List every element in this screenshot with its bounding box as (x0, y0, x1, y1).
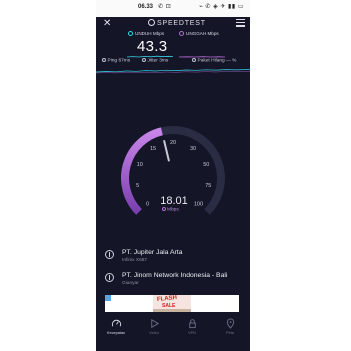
gauge-tick-label: 15 (150, 146, 156, 152)
ping-icon (102, 58, 106, 62)
ad-image[interactable]: FLASH SALE (153, 295, 191, 312)
speedtest-logo-icon (148, 19, 155, 26)
nav-label: Kecepatan (106, 331, 126, 335)
jitter-icon (142, 58, 146, 62)
download-header: UNDUH Mbps (128, 31, 164, 36)
server-icon (105, 250, 114, 259)
gauge-unit-label: Mbps (167, 207, 179, 213)
upload-label: UNGGAH Mbps (186, 31, 219, 36)
upload-header: UNGGAH Mbps (179, 31, 219, 36)
status-right-icons: ⌁ ✆ ◈ ✈ ▮▮ ▭ (199, 4, 244, 10)
server-title: PT. Jinom Network Indonesia - Bali (122, 272, 228, 279)
menu-icon[interactable] (236, 19, 245, 29)
gauge-tick-label: 75 (205, 183, 211, 189)
server-icon (105, 273, 114, 282)
ad-text-1: FLASH (156, 295, 178, 304)
bottom-navigation: Kecepatan Video VPN Peta (96, 314, 250, 351)
location-pin-icon (226, 318, 234, 329)
status-left-icons: ✆ ⊡ (158, 4, 172, 10)
app-title-text: SPEEDTEST (157, 20, 206, 27)
upload-unit-icon (162, 207, 166, 211)
app-title: SPEEDTEST (148, 19, 206, 27)
ad-banner[interactable]: FLASH SALE (105, 295, 239, 312)
download-label: UNDUH Mbps (135, 31, 165, 36)
ad-choices-icon[interactable] (105, 295, 111, 301)
nav-label: VPN (188, 331, 196, 335)
nav-item-vpn[interactable]: VPN (177, 318, 207, 335)
close-icon[interactable]: ✕ (103, 18, 111, 29)
gauge-tick-label: 0 (146, 201, 149, 207)
gauge-fill (121, 127, 163, 215)
packet-loss-icon (192, 58, 196, 62)
nav-item-speed[interactable]: Kecepatan (101, 318, 131, 335)
gauge-tick-label: 30 (190, 146, 196, 152)
nav-label: Video (149, 331, 159, 335)
speedometer-icon (111, 319, 121, 327)
download-value: 43.3 (137, 38, 168, 55)
gauge-unit: Mbps (162, 207, 179, 213)
status-bar: 06.33 ✆ ⊡ ⌁ ✆ ◈ ✈ ▮▮ ▭ (96, 0, 250, 17)
gauge-tick-label: 10 (137, 162, 143, 168)
server-subtitle: Infinix X687 (122, 258, 148, 263)
gauge-tick-label: 100 (194, 201, 203, 207)
nav-item-video[interactable]: Video (139, 318, 169, 335)
gauge-tick-label: 5 (136, 183, 139, 189)
live-speed-graph (96, 69, 250, 74)
upload-icon (179, 31, 184, 36)
ad-footer (153, 309, 191, 312)
phone-screen: 06.33 ✆ ⊡ ⌁ ✆ ◈ ✈ ▮▮ ▭ ✕ SPEEDTEST UNDUH… (96, 0, 250, 351)
status-time: 06.33 (138, 4, 154, 10)
gauge-speed-value: 18.01 (160, 195, 188, 207)
top-bar: ✕ SPEEDTEST (96, 17, 250, 31)
gauge-tick-label: 50 (203, 162, 209, 168)
server-title: PT. Jupiter Jala Arta (122, 249, 183, 256)
play-icon (150, 319, 159, 328)
gauge-needle (163, 140, 170, 162)
nav-item-map[interactable]: Peta (215, 318, 245, 335)
nav-label: Peta (226, 331, 234, 335)
download-icon (128, 31, 133, 36)
server-subtitle: Gianyar (122, 281, 139, 286)
lock-icon (188, 319, 196, 329)
gauge-tick-label: 20 (170, 140, 176, 146)
